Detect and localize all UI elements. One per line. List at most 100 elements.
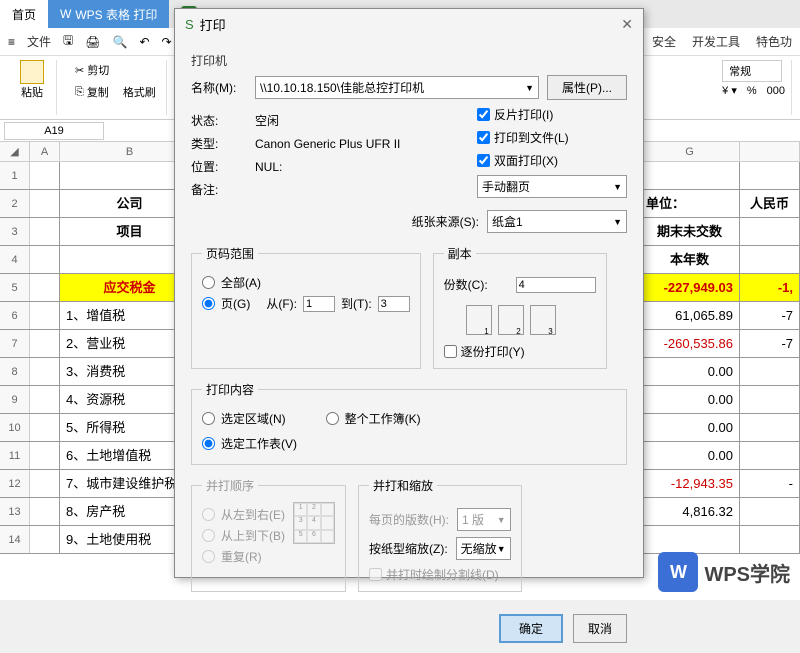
menu-special[interactable]: 特色功 <box>756 33 792 50</box>
row-header[interactable]: 9 <box>0 386 30 413</box>
print-to-file-checkbox[interactable]: 打印到文件(L) <box>477 129 627 146</box>
copies-input[interactable] <box>516 277 596 293</box>
cell[interactable]: 本年数 <box>640 246 740 273</box>
cell[interactable]: 61,065.89 <box>640 302 740 329</box>
cell[interactable] <box>740 246 800 273</box>
ok-button[interactable]: 确定 <box>499 614 563 643</box>
printer-name-select[interactable]: \\10.10.18.150\佳能总控打印机▼ <box>255 76 539 99</box>
to-page-input[interactable] <box>378 296 410 312</box>
row-header[interactable]: 6 <box>0 302 30 329</box>
undo-icon[interactable]: ↶ <box>139 35 149 49</box>
manual-flip-select[interactable]: 手动翻页▼ <box>477 175 627 198</box>
name-box[interactable] <box>4 122 104 140</box>
cell[interactable] <box>740 498 800 525</box>
all-pages-radio[interactable] <box>202 276 215 289</box>
select-all-corner[interactable]: ◢ <box>0 142 30 161</box>
comma-button[interactable]: 000 <box>767 85 785 97</box>
row-header[interactable]: 12 <box>0 470 30 497</box>
row-header[interactable]: 3 <box>0 218 30 245</box>
collate-checkbox[interactable]: 逐份打印(Y) <box>444 343 596 360</box>
scale-label: 按纸型缩放(Z): <box>369 540 448 557</box>
cut-button[interactable]: ✂ 剪切 <box>71 60 160 80</box>
save-icon[interactable]: 🖫 <box>63 31 73 52</box>
ltr-radio <box>202 508 215 521</box>
col-header[interactable]: G <box>640 142 740 161</box>
format-painter-button[interactable]: 格式刷 <box>119 82 160 102</box>
cell[interactable]: 0.00 <box>640 358 740 385</box>
paper-source-select[interactable]: 纸盒1▼ <box>487 210 627 233</box>
row-header[interactable]: 13 <box>0 498 30 525</box>
cell[interactable]: 0.00 <box>640 386 740 413</box>
duplex-checkbox[interactable]: 双面打印(X) <box>477 152 627 169</box>
number-format-select[interactable]: 常规 <box>722 60 782 82</box>
cell[interactable]: 人民币 <box>740 190 800 217</box>
cancel-button[interactable]: 取消 <box>573 614 627 643</box>
cell[interactable] <box>740 218 800 245</box>
dialog-titlebar: S 打印 ✕ <box>175 9 643 40</box>
cell[interactable]: -7 <box>740 302 800 329</box>
pages-per-label: 每页的版数(H): <box>369 511 449 528</box>
menu-back-icon[interactable]: ≡ <box>8 35 15 49</box>
menu-safety[interactable]: 安全 <box>652 33 676 50</box>
where-label: 位置: <box>191 158 247 175</box>
cell[interactable]: -7 <box>740 330 800 357</box>
redo-icon[interactable]: ↷ <box>162 35 172 49</box>
cell[interactable] <box>740 442 800 469</box>
currency-button[interactable]: ¥ ▾ <box>722 84 737 97</box>
percent-button[interactable]: % <box>747 85 757 97</box>
properties-button[interactable]: 属性(P)... <box>547 75 627 100</box>
type-label: 类型: <box>191 135 247 152</box>
tab-home[interactable]: 首页 <box>0 0 48 28</box>
cell[interactable] <box>640 162 740 189</box>
row-header[interactable]: 8 <box>0 358 30 385</box>
from-page-input[interactable] <box>303 296 335 312</box>
row-header[interactable]: 14 <box>0 526 30 553</box>
comment-label: 备注: <box>191 181 247 198</box>
scale-select[interactable]: 无缩放▼ <box>456 537 511 560</box>
cell[interactable]: -12,943.35 <box>640 470 740 497</box>
row-header[interactable]: 7 <box>0 330 30 357</box>
row-header[interactable]: 4 <box>0 246 30 273</box>
where-value: NUL: <box>255 160 282 174</box>
row-header[interactable]: 10 <box>0 414 30 441</box>
cell[interactable]: 0.00 <box>640 442 740 469</box>
menu-devtools[interactable]: 开发工具 <box>692 33 740 50</box>
cell[interactable] <box>740 526 800 553</box>
menu-file[interactable]: 文件 <box>27 33 51 50</box>
preview-icon[interactable]: 🔍 <box>113 35 128 49</box>
cell[interactable]: 单位： <box>640 190 740 217</box>
row-header[interactable]: 2 <box>0 190 30 217</box>
cell[interactable]: -1, <box>740 274 800 301</box>
cell[interactable] <box>740 358 800 385</box>
close-icon[interactable]: ✕ <box>621 16 633 33</box>
cell[interactable] <box>740 162 800 189</box>
row-header[interactable]: 5 <box>0 274 30 301</box>
cell[interactable]: -227,949.03 <box>640 274 740 301</box>
cell[interactable]: 期末未交数 <box>640 218 740 245</box>
scale-legend: 并打和缩放 <box>369 477 437 494</box>
status-label: 状态: <box>191 112 247 129</box>
cell[interactable]: 0.00 <box>640 414 740 441</box>
workbook-radio[interactable] <box>326 412 339 425</box>
page-range-radio[interactable] <box>202 297 215 310</box>
paste-button[interactable]: 粘贴 <box>14 60 50 100</box>
tab-other-doc[interactable]: WWPS 表格 打印 <box>48 0 169 28</box>
row-header[interactable]: 1 <box>0 162 30 189</box>
print-icon[interactable]: 🖨 <box>85 35 100 49</box>
ttb-radio <box>202 529 215 542</box>
cell[interactable] <box>740 414 800 441</box>
cell[interactable] <box>740 386 800 413</box>
copy-button[interactable]: ⎘ 复制 <box>71 82 113 102</box>
reverse-print-checkbox[interactable]: 反片打印(I) <box>477 106 627 123</box>
cell[interactable]: -260,535.86 <box>640 330 740 357</box>
cell[interactable]: 4,816.32 <box>640 498 740 525</box>
order-legend: 并打顺序 <box>202 477 258 494</box>
col-header[interactable] <box>740 142 800 161</box>
col-header[interactable]: A <box>30 142 60 161</box>
sheet-radio[interactable] <box>202 437 215 450</box>
copies-group: 副本 份数(C): 逐份打印(Y) <box>433 245 607 369</box>
selection-radio[interactable] <box>202 412 215 425</box>
cell[interactable]: - <box>740 470 800 497</box>
row-header[interactable]: 11 <box>0 442 30 469</box>
cell[interactable] <box>640 526 740 553</box>
